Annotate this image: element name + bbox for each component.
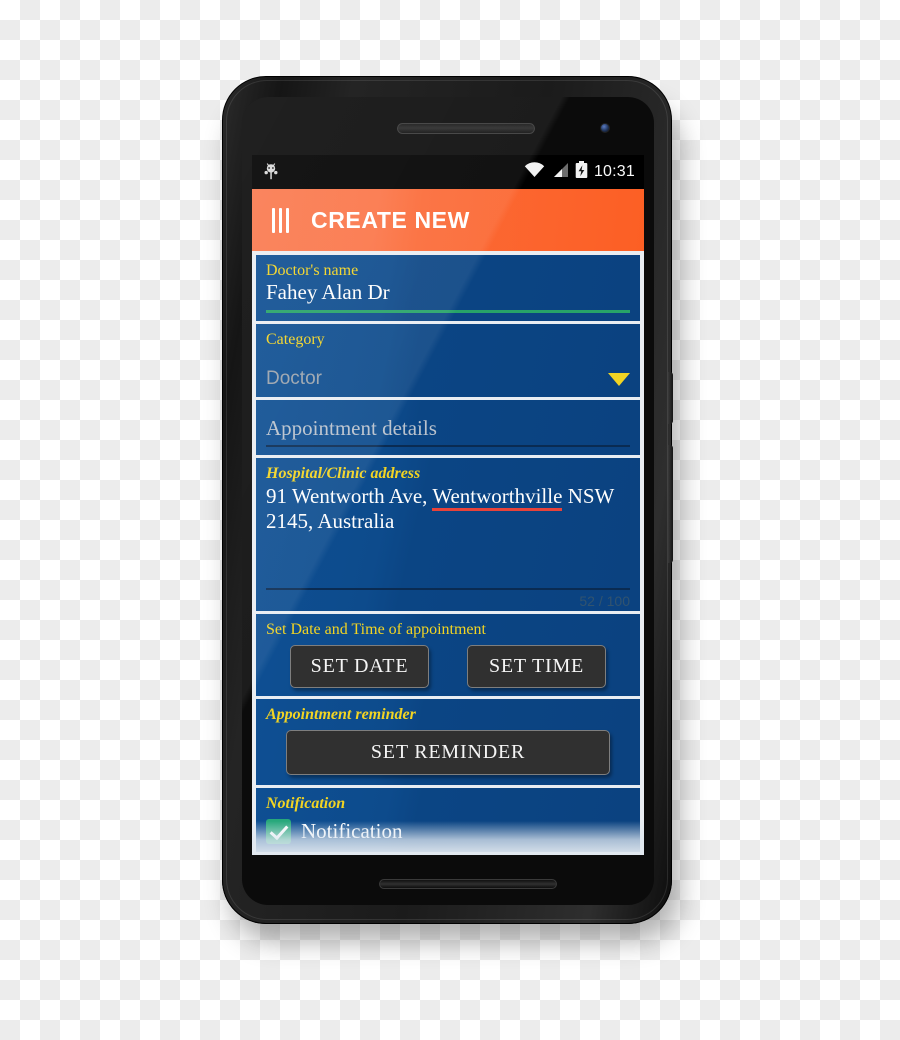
wifi-icon (524, 161, 545, 183)
date-time-label: Set Date and Time of appointment (266, 620, 486, 638)
earpiece-speaker-icon (397, 123, 535, 134)
field-notification: Notification Notification (256, 788, 640, 852)
android-smartphone: 10:31 CREATE NEW Doctor's name Fahey Ala… (210, 68, 684, 930)
field-reminder: Appointment reminder SET REMINDER (256, 698, 640, 786)
set-date-button[interactable]: SET DATE (290, 644, 429, 688)
device-front-glass: 10:31 CREATE NEW Doctor's name Fahey Ala… (242, 97, 654, 905)
address-underline (266, 587, 630, 590)
android-robot-icon (264, 163, 278, 181)
battery-charging-icon (575, 160, 588, 184)
volume-button[interactable] (668, 445, 673, 563)
field-doctor-name[interactable]: Doctor's name Fahey Alan Dr (256, 255, 640, 321)
bottom-speaker-grille (379, 879, 557, 889)
menu-bars-icon[interactable] (272, 207, 289, 233)
form-content: Doctor's name Fahey Alan Dr Category Doc… (252, 251, 644, 855)
notification-checkbox-label: Notification (301, 818, 403, 843)
appointment-details-underline (266, 445, 630, 448)
chevron-down-icon[interactable] (608, 372, 630, 386)
notification-label: Notification (266, 795, 346, 813)
address-char-counter: 52 / 100 (579, 592, 630, 609)
status-bar-clock: 10:31 (593, 163, 635, 180)
set-time-button[interactable]: SET TIME (467, 644, 606, 688)
notification-checkbox-row[interactable]: Notification (266, 818, 630, 844)
set-reminder-button[interactable]: SET REMINDER (286, 730, 610, 776)
field-address[interactable]: Hospital/Clinic address 91 Wentworth Ave… (256, 458, 640, 611)
date-time-button-row: SET DATE SET TIME (266, 644, 630, 688)
doctor-name-label: Doctor's name (266, 262, 359, 279)
category-dropdown[interactable]: Doctor (266, 349, 630, 390)
field-appointment-details[interactable]: Appointment details (256, 399, 640, 456)
field-category[interactable]: Category Doctor (256, 324, 640, 397)
cellular-signal-icon (551, 162, 569, 183)
address-misspelled-word: Wentworthville (432, 483, 563, 511)
front-camera-icon (600, 123, 610, 133)
notification-checkbox[interactable] (266, 818, 291, 844)
device-body: 10:31 CREATE NEW Doctor's name Fahey Ala… (222, 76, 673, 924)
doctor-name-underline (266, 310, 630, 313)
doctor-name-input[interactable]: Fahey Alan Dr (266, 280, 630, 306)
category-selected-value: Doctor (266, 368, 322, 390)
category-label: Category (266, 331, 325, 348)
phone-screen: 10:31 CREATE NEW Doctor's name Fahey Ala… (252, 155, 644, 855)
reminder-label: Appointment reminder (266, 705, 416, 723)
appointment-details-input[interactable]: Appointment details (266, 416, 630, 442)
app-bar: CREATE NEW (252, 189, 644, 251)
status-bar: 10:31 (252, 155, 644, 189)
page-title: CREATE NEW (311, 206, 470, 233)
address-input[interactable]: 91 Wentworth Ave, Wentworthville NSW 214… (266, 483, 630, 584)
status-bar-right: 10:31 (524, 160, 635, 184)
status-bar-left (264, 163, 278, 181)
address-label: Hospital/Clinic address (266, 465, 421, 483)
power-button[interactable] (668, 372, 673, 424)
address-text-part1: 91 Wentworth Ave, (266, 483, 433, 508)
field-date-time: Set Date and Time of appointment SET DAT… (256, 613, 640, 696)
